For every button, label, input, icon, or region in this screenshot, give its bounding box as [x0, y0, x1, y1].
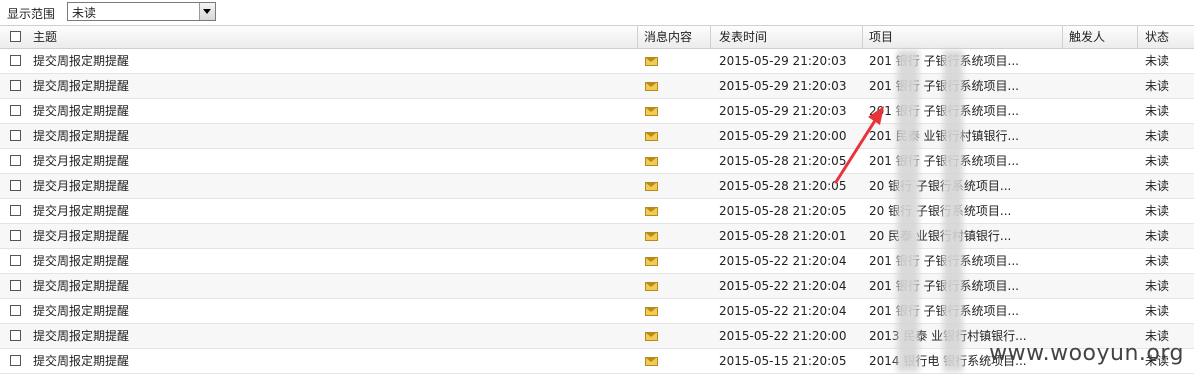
watermark: www.wooyun.org	[989, 341, 1184, 366]
red-arrow-annotation	[834, 106, 884, 184]
